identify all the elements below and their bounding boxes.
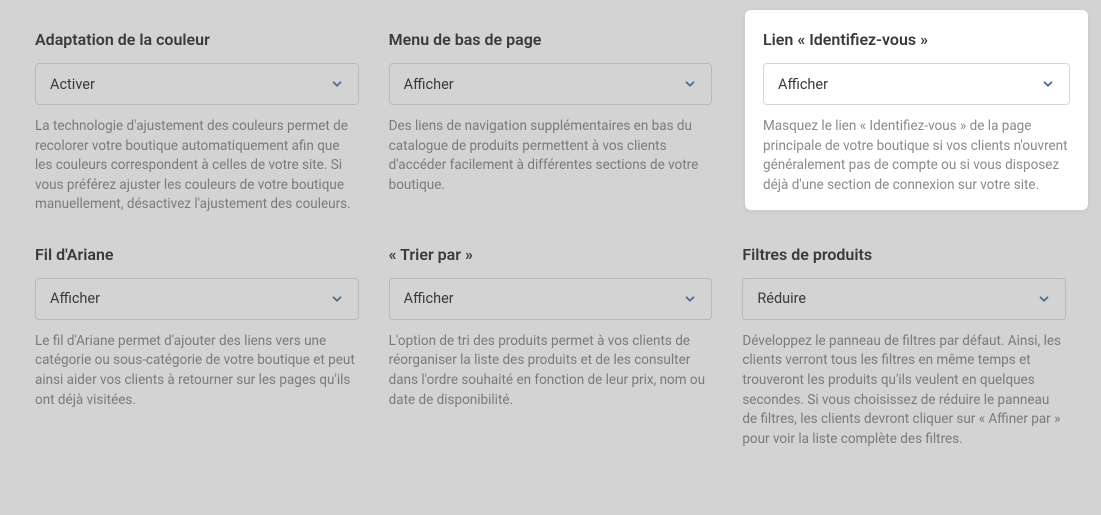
- breadcrumbs-select[interactable]: Afficher: [35, 278, 359, 320]
- select-value: Activer: [50, 76, 330, 93]
- setting-title: Fil d'Ariane: [35, 245, 359, 264]
- chevron-down-icon: [683, 77, 697, 91]
- select-value: Réduire: [757, 290, 1037, 307]
- chevron-down-icon: [1037, 292, 1051, 306]
- setting-description: Le fil d'Ariane permet d'ajouter des lie…: [35, 332, 359, 410]
- setting-sign-in-link: Lien « Identifiez-vous » Afficher Masque…: [745, 10, 1088, 210]
- setting-description: La technologie d'ajustement des couleurs…: [35, 117, 359, 215]
- setting-title: Adaptation de la couleur: [35, 30, 359, 49]
- setting-description: Masquez le lien « Identifiez-vous » de l…: [763, 117, 1070, 195]
- setting-description: Des liens de navigation supplémentaires …: [389, 117, 713, 195]
- product-filters-select[interactable]: Réduire: [742, 278, 1066, 320]
- setting-description: Développez le panneau de filtres par déf…: [742, 332, 1066, 449]
- footer-menu-select[interactable]: Afficher: [389, 63, 713, 105]
- setting-title: « Trier par »: [389, 245, 713, 264]
- setting-sort-by: « Trier par » Afficher L'option de tri d…: [389, 245, 713, 449]
- chevron-down-icon: [683, 292, 697, 306]
- select-value: Afficher: [778, 76, 1041, 93]
- setting-title: Menu de bas de page: [389, 30, 713, 49]
- chevron-down-icon: [1041, 77, 1055, 91]
- setting-title: Filtres de produits: [742, 245, 1066, 264]
- setting-breadcrumbs: Fil d'Ariane Afficher Le fil d'Ariane pe…: [35, 245, 359, 449]
- setting-product-filters: Filtres de produits Réduire Développez l…: [742, 245, 1066, 449]
- sign-in-link-select[interactable]: Afficher: [763, 63, 1070, 105]
- select-value: Afficher: [404, 290, 684, 307]
- setting-description: L'option de tri des produits permet à vo…: [389, 332, 713, 410]
- setting-title: Lien « Identifiez-vous »: [763, 30, 1070, 49]
- color-adaptation-select[interactable]: Activer: [35, 63, 359, 105]
- chevron-down-icon: [330, 77, 344, 91]
- select-value: Afficher: [404, 76, 684, 93]
- chevron-down-icon: [330, 292, 344, 306]
- setting-footer-menu: Menu de bas de page Afficher Des liens d…: [389, 30, 713, 215]
- setting-color-adaptation: Adaptation de la couleur Activer La tech…: [35, 30, 359, 215]
- sort-by-select[interactable]: Afficher: [389, 278, 713, 320]
- select-value: Afficher: [50, 290, 330, 307]
